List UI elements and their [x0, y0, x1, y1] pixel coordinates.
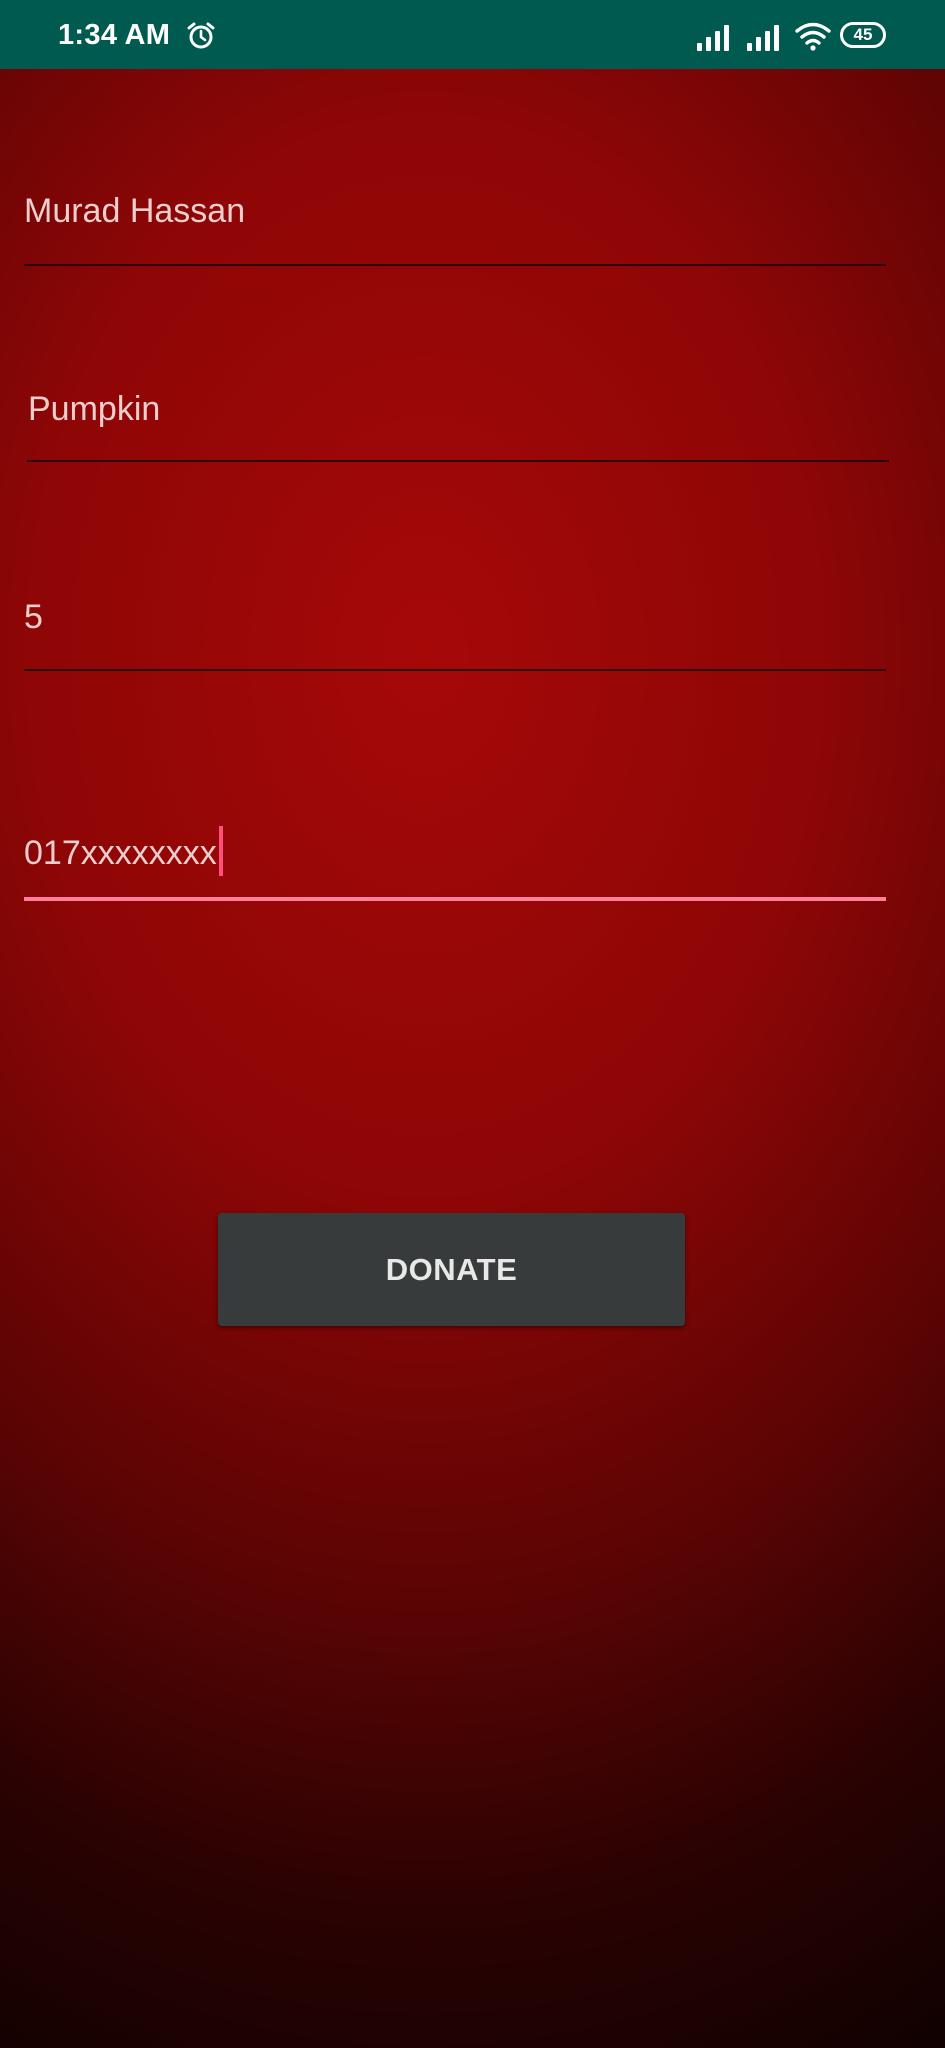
- wifi-icon: [795, 22, 831, 51]
- donate-button[interactable]: DONATE: [218, 1213, 685, 1326]
- status-bar: 1:34 AM 45: [0, 0, 945, 69]
- signal-icon: [747, 25, 779, 51]
- phone-field[interactable]: 017xxxxxxxx: [24, 826, 223, 876]
- item-field[interactable]: Pumpkin: [28, 390, 160, 429]
- donation-screen: 1:34 AM 45 Murad Hassan Pumpkin 5 017xxx…: [0, 0, 945, 2048]
- name-field-underline: [24, 264, 886, 266]
- status-time: 1:34 AM: [58, 19, 171, 51]
- signal-icon: [697, 25, 729, 51]
- battery-level: 45: [853, 25, 873, 44]
- quantity-field-underline: [24, 669, 886, 671]
- phone-field-value: 017xxxxxxxx: [24, 834, 217, 872]
- item-field-underline: [27, 460, 889, 462]
- battery-icon: 45: [840, 22, 886, 48]
- alarm-icon: [187, 22, 215, 49]
- quantity-field-value: 5: [24, 598, 43, 636]
- quantity-field[interactable]: 5: [24, 598, 43, 637]
- donate-button-label: DONATE: [385, 1252, 518, 1287]
- phone-field-underline: [24, 897, 886, 901]
- name-field[interactable]: Murad Hassan: [24, 192, 245, 231]
- name-field-value: Murad Hassan: [24, 192, 246, 230]
- text-cursor: [218, 826, 223, 876]
- item-field-value: Pumpkin: [28, 390, 161, 428]
